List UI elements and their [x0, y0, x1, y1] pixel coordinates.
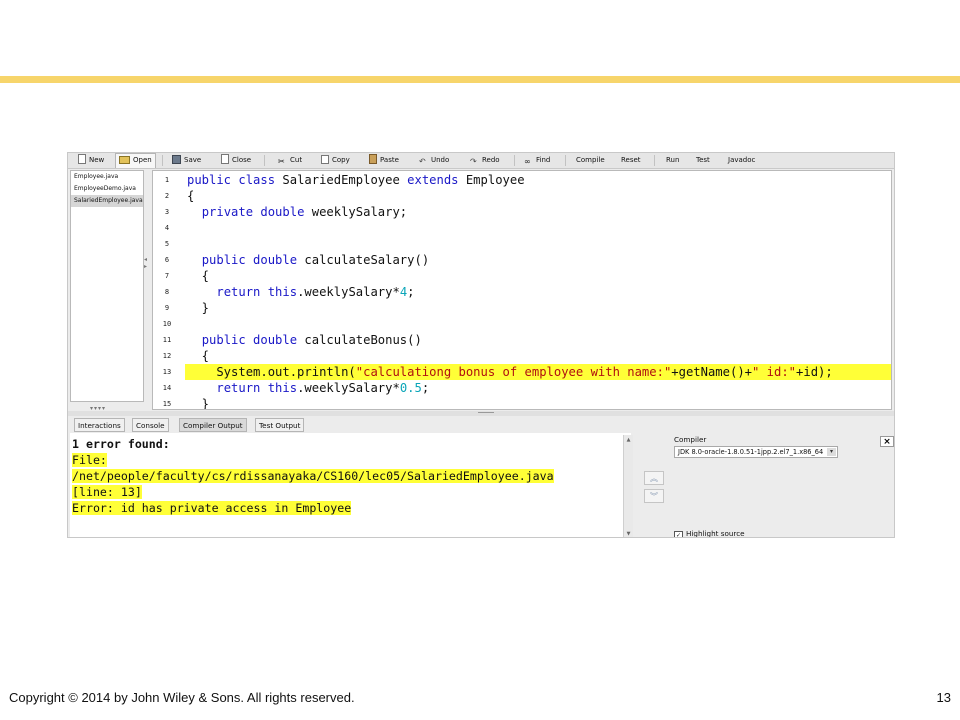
- undo-icon: ↶: [419, 157, 426, 166]
- previous-error-button[interactable]: ︽: [644, 471, 664, 485]
- code-line: public double calculateSalary(): [201, 253, 430, 267]
- save-icon: [172, 155, 181, 164]
- line-number: 6: [164, 256, 170, 264]
- line-number: 1: [164, 176, 170, 184]
- copy-button[interactable]: Copy: [321, 154, 350, 166]
- output-scrollbar[interactable]: ▲ ▼: [623, 435, 633, 537]
- redo-button[interactable]: ↷ Redo: [470, 154, 500, 166]
- tab-interactions[interactable]: Interactions: [74, 418, 125, 432]
- scroll-up-icon[interactable]: ▲: [625, 437, 632, 443]
- copy-icon: [321, 155, 329, 164]
- code-line: {: [187, 269, 210, 283]
- drjava-window: New Open Save Close ✂ Cut Copy Paste ↶ Und…: [67, 152, 895, 538]
- error-summary: 1 error found:: [72, 437, 170, 451]
- splitter-grip-vertical[interactable]: ◂ ▸: [144, 256, 150, 270]
- clipboard-icon: [369, 154, 377, 164]
- code-line: public double calculateBonus(): [201, 333, 422, 347]
- copyright-footer: Copyright © 2014 by John Wiley & Sons. A…: [9, 690, 355, 705]
- scissors-icon: ✂: [278, 157, 285, 166]
- binoculars-icon: ∞: [524, 157, 531, 166]
- undo-button[interactable]: ↶ Undo: [419, 154, 449, 166]
- splitter-grip[interactable]: [478, 412, 494, 415]
- new-button[interactable]: New: [78, 154, 104, 166]
- new-file-icon: [78, 154, 86, 164]
- compiler-output-pane[interactable]: 1 error found: File: /net/people/faculty…: [70, 433, 631, 537]
- chevron-up-icon: ︽: [650, 474, 658, 483]
- save-button[interactable]: Save: [172, 154, 201, 166]
- line-number: 9: [164, 304, 170, 312]
- compiler-label: Compiler: [674, 435, 707, 444]
- close-file-icon: [221, 154, 229, 164]
- compiler-options-panel: Compiler JDK 8.0-oracle-1.8.0.51-1jpp.2.…: [634, 433, 894, 537]
- next-error-button[interactable]: ︾: [644, 489, 664, 503]
- toolbar-separator: [264, 155, 265, 166]
- line-number: 14: [162, 384, 172, 392]
- highlight-source-checkbox[interactable]: ✓ Highlight source: [674, 529, 745, 537]
- code-line: {: [187, 349, 210, 363]
- chevron-down-icon: ︾: [650, 492, 658, 501]
- slide-accent-bar: [0, 76, 960, 83]
- error-message[interactable]: Error: id has private access in Employee: [72, 501, 352, 516]
- paste-button[interactable]: Paste: [369, 154, 399, 166]
- line-number: 13: [162, 368, 172, 376]
- close-button[interactable]: Close: [221, 154, 251, 166]
- tab-test-output[interactable]: Test Output: [255, 418, 305, 432]
- code-line: }: [187, 301, 210, 315]
- file-item-employee[interactable]: Employee.java: [71, 171, 143, 183]
- cut-button[interactable]: ✂ Cut: [278, 154, 302, 166]
- file-list: Employee.java EmployeeDemo.java Salaried…: [70, 170, 144, 402]
- line-number: 10: [162, 320, 172, 328]
- compile-button[interactable]: Compile: [576, 154, 605, 166]
- code-line: System.out.println("calculationg bonus o…: [187, 365, 833, 379]
- line-number: 11: [162, 336, 172, 344]
- line-number: 15: [162, 400, 172, 408]
- tab-console[interactable]: Console: [132, 418, 169, 432]
- open-button[interactable]: Open: [115, 153, 156, 168]
- line-number: 12: [162, 352, 172, 360]
- code-line: return this.weeklySalary*0.5;: [216, 381, 430, 395]
- code-line: }: [187, 397, 210, 410]
- checkmark-icon[interactable]: ✓: [674, 531, 683, 537]
- run-button[interactable]: Run: [666, 154, 679, 166]
- compiler-select[interactable]: JDK 8.0-oracle-1.8.0.51-1jpp.2.el7_1.x86…: [674, 446, 838, 458]
- code-line: {: [187, 189, 195, 203]
- line-number: 2: [164, 192, 170, 200]
- line-number: 4: [164, 224, 170, 232]
- test-button[interactable]: Test: [696, 154, 710, 166]
- javadoc-button[interactable]: Javadoc: [728, 154, 755, 166]
- file-item-employee-demo[interactable]: EmployeeDemo.java: [71, 183, 143, 195]
- reset-button[interactable]: Reset: [621, 154, 641, 166]
- close-icon[interactable]: ×: [880, 436, 894, 447]
- redo-icon: ↷: [470, 157, 477, 166]
- toolbar: New Open Save Close ✂ Cut Copy Paste ↶ Und…: [68, 153, 894, 169]
- code-line: private double weeklySalary;: [201, 205, 408, 219]
- error-line-number[interactable]: [line: 13]: [72, 485, 142, 500]
- scroll-down-icon[interactable]: ▼: [625, 531, 632, 537]
- line-number: 7: [164, 272, 170, 280]
- find-button[interactable]: ∞ Find: [524, 154, 550, 166]
- error-file-label[interactable]: File:: [72, 453, 107, 468]
- error-file-path[interactable]: /net/people/faculty/cs/rdissanayaka/CS16…: [72, 469, 554, 484]
- chevron-down-icon[interactable]: ▾: [827, 448, 836, 456]
- code-line: return this.weeklySalary*4;: [216, 285, 415, 299]
- line-number: 3: [164, 208, 170, 216]
- code-editor[interactable]: 1 2 3 4 5 6 7 8 9 10 11 12 13 14 15 publ…: [152, 170, 892, 410]
- bottom-tabbar: Interactions Console Compiler Output Tes…: [68, 417, 894, 433]
- toolbar-separator: [162, 155, 163, 166]
- line-number: 8: [164, 288, 170, 296]
- toolbar-separator: [514, 155, 515, 166]
- line-number: 5: [164, 240, 170, 248]
- toolbar-separator: [654, 155, 655, 166]
- file-item-salaried-employee[interactable]: SalariedEmployee.java: [71, 195, 143, 207]
- code-line: public class SalariedEmployee extends Em…: [187, 173, 525, 187]
- tab-compiler-output[interactable]: Compiler Output: [179, 418, 247, 432]
- toolbar-separator: [565, 155, 566, 166]
- folder-icon: [119, 156, 130, 164]
- page-number: 13: [936, 690, 951, 705]
